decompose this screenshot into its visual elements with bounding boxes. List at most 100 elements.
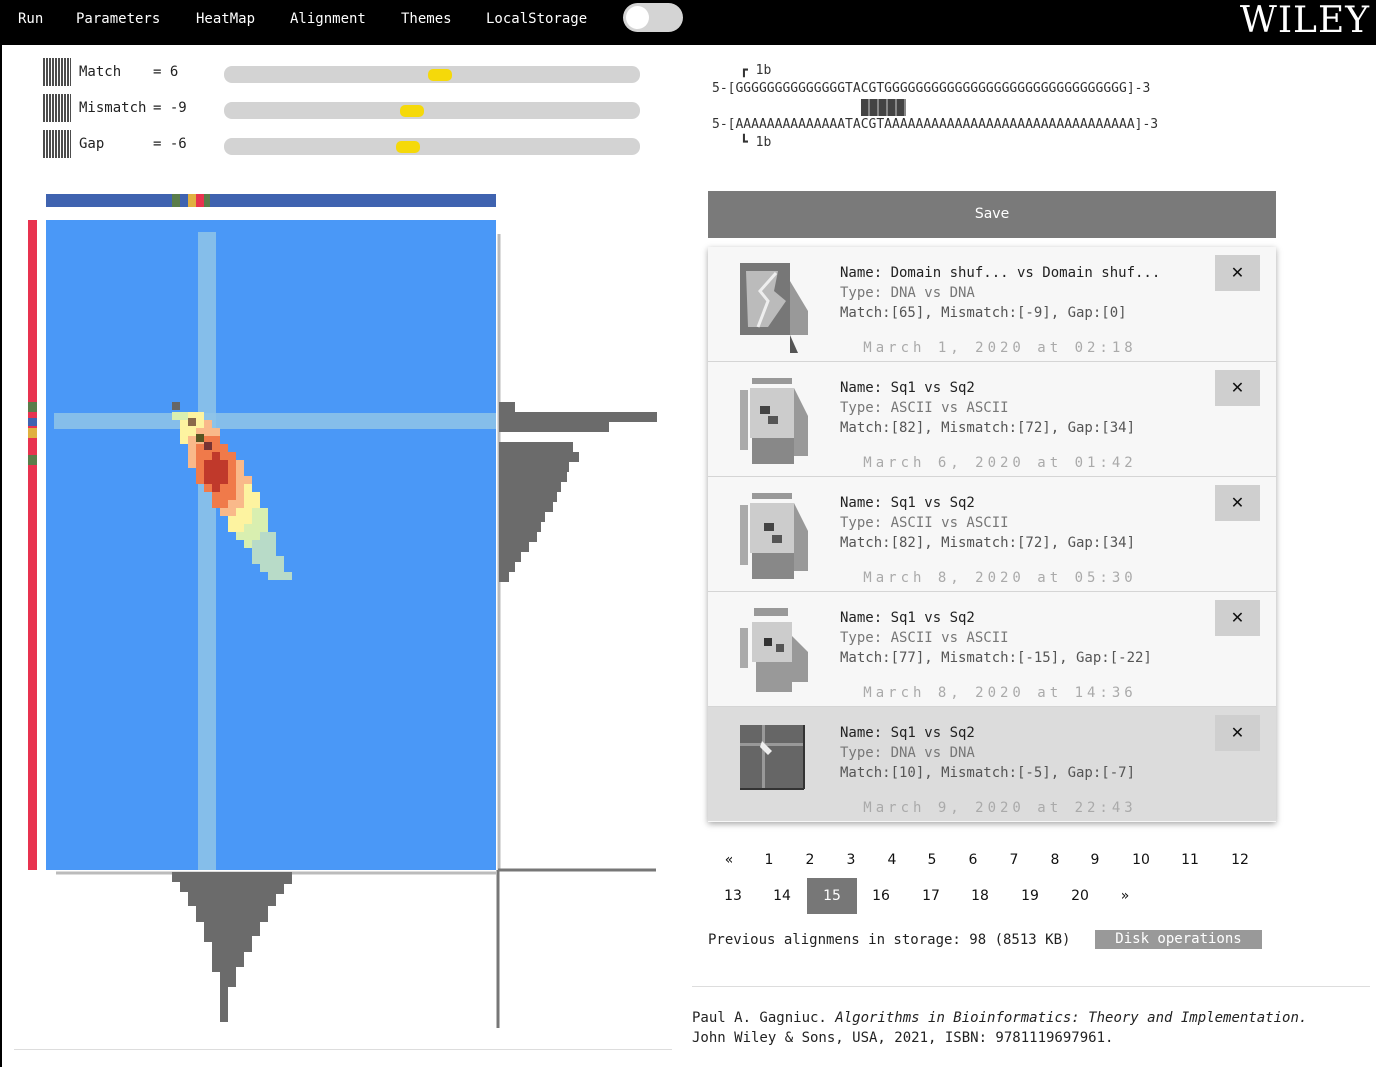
heatmap-cell: [220, 460, 228, 468]
heatmap-cell: [228, 468, 236, 476]
heatmap-cell: [212, 476, 220, 484]
menu-parameters[interactable]: Parameters: [76, 11, 160, 27]
heatmap-cell: [236, 532, 244, 540]
gap-slider[interactable]: [224, 138, 640, 155]
profile-bar: [499, 492, 557, 502]
page-link[interactable]: 12: [1215, 842, 1265, 878]
page-link[interactable]: 14: [757, 878, 807, 914]
page-link[interactable]: 18: [955, 878, 1005, 914]
heatmap-cell: [252, 532, 260, 540]
heatmap-cell: [212, 468, 220, 476]
heatmap-cell: [276, 556, 284, 564]
heatmap-cell: [204, 442, 212, 450]
page-link[interactable]: 16: [856, 878, 906, 914]
item-date: March 9, 2020 at 22:43: [863, 800, 1137, 816]
heatmap-cell: [220, 484, 228, 492]
heatmap-cell: [196, 452, 204, 460]
item-params: Match:[65], Mismatch:[-9], Gap:[0]: [840, 305, 1127, 321]
profile-bar: [172, 872, 180, 882]
page-link[interactable]: 10: [1116, 842, 1166, 878]
item-params: Match:[82], Mismatch:[72], Gap:[34]: [840, 420, 1136, 436]
heatmap-cell: [276, 564, 284, 572]
heatmap-cell: [196, 460, 204, 468]
heatmap-cell: [244, 484, 252, 492]
heatmap-cell: [268, 540, 276, 548]
heatmap-cell: [212, 428, 220, 436]
theme-toggle[interactable]: [623, 3, 683, 32]
heatmap-cell: [196, 444, 204, 452]
match-slider[interactable]: [224, 66, 640, 83]
slider-thumb[interactable]: [427, 69, 452, 81]
match-highlight: [861, 99, 906, 116]
heatmap-cell: [244, 516, 252, 524]
delete-button[interactable]: ✕: [1215, 600, 1260, 636]
delete-button[interactable]: ✕: [1215, 255, 1260, 291]
heatmap-cell: [276, 572, 284, 580]
list-item[interactable]: Name: Sq1 vs Sq2 Type: ASCII vs ASCII Ma…: [708, 477, 1276, 592]
slider-thumb[interactable]: [400, 105, 425, 117]
page-link[interactable]: 17: [906, 878, 956, 914]
item-type: Type: ASCII vs ASCII: [840, 400, 1009, 416]
page-link-current[interactable]: 15: [807, 878, 857, 914]
profile-bar: [236, 872, 244, 967]
delete-button[interactable]: ✕: [1215, 715, 1260, 751]
top-marker: ┏ 1b: [740, 63, 772, 78]
heatmap-cell: [204, 428, 212, 436]
heatmap-cell: [212, 436, 220, 444]
menu-themes[interactable]: Themes: [401, 11, 452, 27]
heatmap-cell: [228, 476, 236, 484]
heatmap-cell: [244, 524, 252, 532]
heatmap-cell: [236, 468, 244, 476]
heatmap-cell: [236, 516, 244, 524]
page-next[interactable]: »: [1100, 878, 1150, 914]
profile-bar: [499, 532, 537, 542]
delete-button[interactable]: ✕: [1215, 485, 1260, 521]
menu-run[interactable]: Run: [18, 11, 43, 27]
menu-alignment[interactable]: Alignment: [290, 11, 366, 27]
profile-bar: [284, 872, 292, 884]
profile-bar: [204, 872, 212, 942]
heatmap-cell: [236, 500, 244, 508]
mismatch-slider[interactable]: [224, 102, 640, 119]
disk-operations-button[interactable]: Disk operations: [1095, 930, 1262, 949]
list-item[interactable]: Name: Sq1 vs Sq2 Type: ASCII vs ASCII Ma…: [708, 362, 1276, 477]
heatmap-cell: [204, 452, 212, 460]
menu-heatmap[interactable]: HeatMap: [196, 11, 255, 27]
slider-thumb[interactable]: [396, 141, 421, 153]
heatmap-cell: [244, 500, 252, 508]
profile-bar: [499, 472, 567, 482]
bar-mark: [28, 402, 37, 412]
list-item[interactable]: Name: Domain shuf... vs Domain shuf... T…: [708, 247, 1276, 362]
heatmap-cell: [236, 508, 244, 516]
heatmap-cell: [244, 540, 252, 548]
heatmap-cell: [196, 412, 204, 420]
profile-bar: [276, 872, 284, 894]
heatmap-cell: [260, 508, 268, 516]
item-type: Type: ASCII vs ASCII: [840, 515, 1009, 531]
page-link[interactable]: 11: [1165, 842, 1215, 878]
delete-button[interactable]: ✕: [1215, 370, 1260, 406]
bar-mark: [204, 194, 210, 207]
page-link[interactable]: 9: [1070, 842, 1120, 878]
profile-bar: [499, 442, 573, 452]
heatmap-cell: [212, 444, 220, 452]
alignment-heatmap: [28, 194, 657, 1028]
list-item-selected[interactable]: Name: Sq1 vs Sq2 Type: DNA vs DNA Match:…: [708, 707, 1276, 821]
heatmap-cell: [204, 476, 212, 484]
menu-localstorage[interactable]: LocalStorage: [486, 11, 587, 27]
profile-bar: [196, 872, 204, 922]
page-link[interactable]: 13: [708, 878, 758, 914]
page-link[interactable]: 19: [1005, 878, 1055, 914]
save-button[interactable]: Save: [708, 191, 1276, 238]
heatmap-row-band: [54, 413, 496, 429]
heatmap-cell: [260, 516, 268, 524]
heatmap-cell: [180, 420, 188, 428]
item-name: Name: Domain shuf... vs Domain shuf...: [840, 265, 1161, 281]
page-link[interactable]: 20: [1055, 878, 1105, 914]
bar-mark: [28, 428, 37, 438]
list-item[interactable]: Name: Sq1 vs Sq2 Type: ASCII vs ASCII Ma…: [708, 592, 1276, 707]
heatmap-cell: [268, 548, 276, 556]
profile-bar: [268, 872, 276, 906]
heatmap-cell: [220, 492, 228, 500]
bar-mark: [28, 418, 37, 426]
